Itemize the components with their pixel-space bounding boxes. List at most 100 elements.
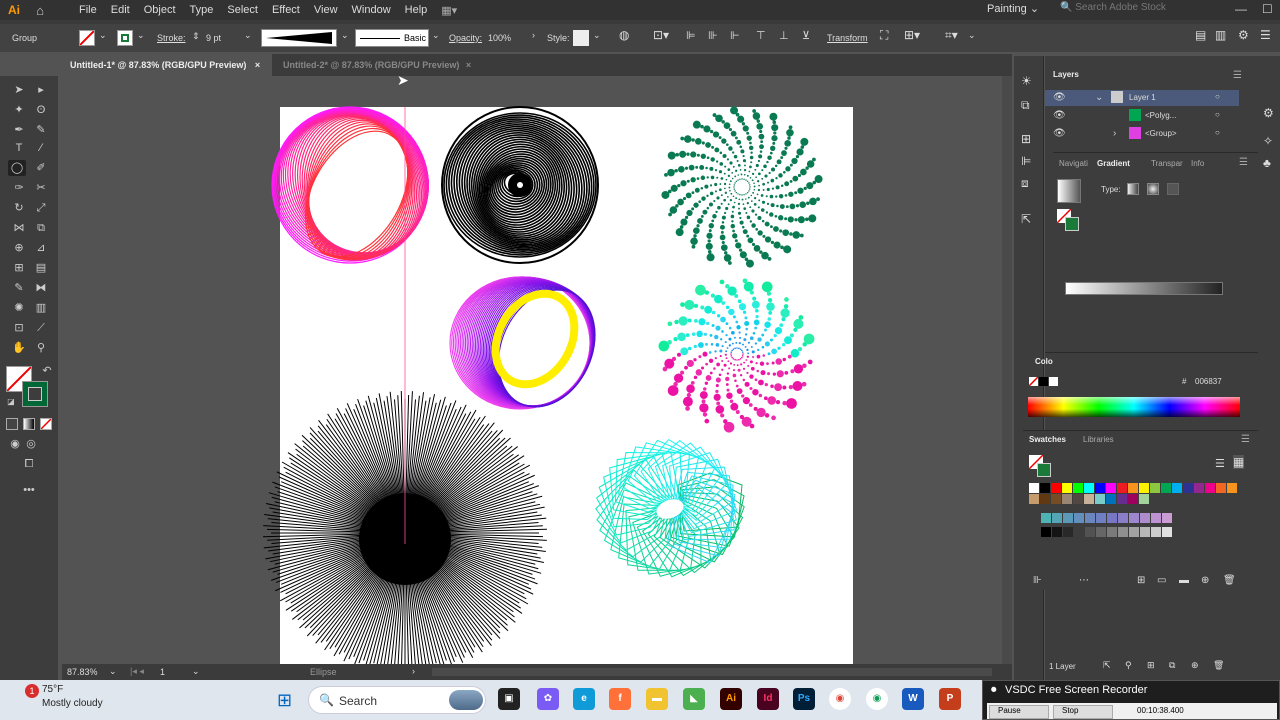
swatch-libraries-icon[interactable]: ⊪ [1033, 575, 1042, 586]
color-swatch[interactable] [1085, 527, 1095, 537]
align-to-icon[interactable]: ⊡▾ [653, 28, 669, 42]
align-bottom-icon[interactable]: ⊻ [802, 29, 810, 42]
tab-navigator[interactable]: Navigati [1059, 159, 1088, 168]
color-swatch[interactable] [1194, 483, 1204, 493]
stroke-stepper-icon[interactable]: ⇕ [192, 31, 200, 42]
align-right-icon[interactable]: ⊩ [730, 29, 740, 42]
new-layer-icon[interactable]: ⊕ [1191, 660, 1199, 671]
color-swatch[interactable] [1096, 527, 1106, 537]
color-none-swatch[interactable] [1028, 376, 1039, 387]
close-icon[interactable]: × [466, 60, 471, 70]
workspace-switcher[interactable]: Painting ⌄ [987, 2, 1039, 15]
appearance-panel-icon[interactable]: ☀ [1021, 74, 1032, 88]
menu-window[interactable]: Window [345, 4, 398, 16]
task-view-icon[interactable]: ▣ [498, 688, 520, 710]
freeform-gradient-button[interactable] [1167, 183, 1179, 195]
color-spectrum[interactable] [1028, 397, 1240, 417]
color-swatch[interactable] [1151, 527, 1161, 537]
transform-panel-icon[interactable]: ⊞ [1021, 132, 1031, 146]
chrome-profile-icon[interactable]: ◉ [866, 688, 888, 710]
color-swatch[interactable] [1085, 513, 1095, 523]
new-color-group-icon[interactable]: ▭ [1157, 575, 1166, 586]
style-dropdown-icon[interactable]: ⌄ [593, 30, 601, 41]
layer-name[interactable]: <Polyg... [1145, 111, 1176, 120]
artboard-number[interactable]: 1 [160, 667, 165, 677]
opacity-input[interactable]: 100% [488, 33, 511, 43]
new-sublayer-icon[interactable]: ⧉ [1169, 660, 1175, 671]
slice-tool-icon[interactable]: ⟋ [32, 320, 50, 336]
layer-row[interactable]: 👁 ⌄ Layer 1 ○ [1045, 90, 1239, 106]
color-white-swatch[interactable] [1049, 377, 1058, 386]
hand-tool-icon[interactable]: ✋ [10, 340, 28, 356]
locate-object-icon[interactable]: ⚲ [1125, 660, 1132, 671]
gradient-stroke-box[interactable] [1065, 217, 1079, 231]
draw-behind-icon[interactable]: ◎ [22, 436, 40, 452]
perspective-grid-tool-icon[interactable]: ⊿ [32, 240, 50, 256]
color-swatch[interactable] [1183, 483, 1193, 493]
new-swatch-icon[interactable]: ⊕ [1201, 575, 1209, 586]
color-swatch[interactable] [1107, 513, 1117, 523]
align-middle-icon[interactable]: ⊥ [779, 29, 789, 42]
vertical-scrollbar[interactable] [1002, 76, 1012, 664]
word-icon[interactable]: W [902, 688, 924, 710]
paintbrush-tool-icon[interactable]: ✐ [32, 160, 50, 176]
artboard-dropdown-icon[interactable]: ⌄ [192, 666, 200, 677]
layers-tab[interactable]: Layers [1053, 70, 1079, 79]
color-swatch[interactable] [1205, 483, 1215, 493]
line-tool-icon[interactable]: ∕ [32, 140, 50, 156]
color-swatch[interactable] [1041, 527, 1051, 537]
color-swatch[interactable] [1161, 483, 1171, 493]
weather-desc[interactable]: Mostly cloudy [42, 698, 103, 709]
chrome-icon[interactable]: ◉ [829, 688, 851, 710]
properties-icon[interactable]: ⚙ [1263, 106, 1274, 120]
menu-file[interactable]: File [72, 4, 104, 16]
zoom-level[interactable]: 87.83% [67, 667, 98, 677]
target-icon[interactable]: ○ [1215, 92, 1220, 101]
color-swatch[interactable] [1096, 513, 1106, 523]
green-dotted-swirl-art[interactable] [661, 106, 823, 268]
color-swatch[interactable] [1084, 483, 1094, 493]
tab-info[interactable]: Info [1191, 159, 1204, 168]
color-black-swatch[interactable] [1039, 377, 1048, 386]
tab-swatches[interactable]: Swatches [1029, 435, 1066, 444]
target-icon[interactable]: ○ [1215, 128, 1220, 137]
stroke-label[interactable]: Stroke: [157, 33, 186, 43]
maximize-button[interactable]: ☐ [1262, 2, 1273, 16]
eye-icon[interactable]: 👁 [1053, 128, 1066, 139]
preferences-icon[interactable]: ⚙ [1238, 28, 1249, 42]
color-tab[interactable]: Colo [1035, 357, 1053, 366]
chevron-down-icon[interactable]: ⌄ [1095, 92, 1103, 103]
color-swatch[interactable] [1040, 494, 1050, 504]
color-swatch[interactable] [1063, 527, 1073, 537]
color-swatch[interactable] [1129, 527, 1139, 537]
home-icon[interactable]: ⌂ [28, 3, 52, 18]
trash-icon[interactable]: 🗑 [1223, 575, 1236, 586]
color-swatch[interactable] [1140, 513, 1150, 523]
stop-button[interactable]: Stop [1053, 705, 1113, 719]
indesign-icon[interactable]: Id [757, 688, 779, 710]
color-swatch[interactable] [1029, 494, 1039, 504]
pink-purple-ring-art[interactable] [449, 268, 613, 423]
color-swatch[interactable] [1074, 527, 1084, 537]
scissors-tool-icon[interactable]: ✂ [32, 180, 50, 196]
eyedropper-tool-icon[interactable]: ✎ [10, 280, 28, 296]
color-swatch[interactable] [1073, 483, 1083, 493]
screen-mode-icon[interactable]: ⧠ [20, 456, 38, 472]
color-swatch[interactable] [1062, 494, 1072, 504]
powerpoint-icon[interactable]: P [939, 688, 961, 710]
stroke-dropdown-icon[interactable]: ⌄ [137, 30, 145, 41]
taskbar-search[interactable]: 🔍 Search [308, 686, 486, 714]
stroke-weight-dropdown-icon[interactable]: ⌄ [244, 30, 252, 41]
pathfinder-panel-icon[interactable]: ⧈ [1021, 176, 1029, 191]
swatch-stroke-box[interactable] [1037, 463, 1051, 477]
edge-icon[interactable]: e [573, 688, 595, 710]
magic-wand-tool-icon[interactable]: ✦ [10, 102, 28, 118]
color-swatch[interactable] [1051, 483, 1061, 493]
brush-definition[interactable]: Basic [355, 29, 429, 47]
maps-app-icon[interactable]: ◣ [683, 688, 705, 710]
color-swatch[interactable] [1106, 494, 1116, 504]
recolor-artwork-icon[interactable]: ◍ [619, 28, 629, 42]
layer-name[interactable]: Layer 1 [1129, 93, 1156, 102]
menu-view[interactable]: View [307, 4, 345, 16]
stroke-swatch[interactable] [117, 30, 133, 46]
